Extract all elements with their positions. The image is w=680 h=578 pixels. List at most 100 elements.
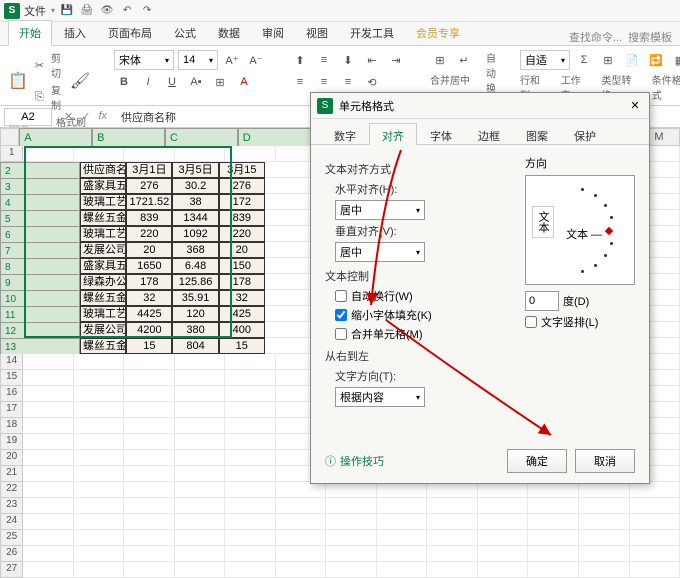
cell[interactable] xyxy=(74,562,125,578)
cell[interactable]: 368 xyxy=(172,242,218,258)
convert-icon[interactable]: 🔁 xyxy=(646,50,666,70)
tab-home[interactable]: 开始 xyxy=(8,20,52,46)
cell[interactable]: 125.86 xyxy=(172,274,218,290)
cell[interactable] xyxy=(225,386,276,402)
cell[interactable]: 178 xyxy=(219,274,265,290)
cell[interactable] xyxy=(74,434,125,450)
cell[interactable] xyxy=(265,258,311,274)
chevron-down-icon[interactable]: ▾ xyxy=(51,6,55,15)
cell[interactable] xyxy=(175,514,226,530)
close-icon[interactable]: ✕ xyxy=(627,98,643,114)
align-top-icon[interactable]: ⬆ xyxy=(290,50,310,70)
row-header[interactable]: 27 xyxy=(0,562,23,578)
cell[interactable]: 178 xyxy=(126,274,172,290)
cell[interactable] xyxy=(630,498,680,514)
cell[interactable] xyxy=(74,514,125,530)
format-painter-icon[interactable]: 🖌 xyxy=(70,71,90,91)
cell[interactable]: 20 xyxy=(219,242,265,258)
cell[interactable] xyxy=(124,146,175,162)
cell[interactable]: 绿森办公 xyxy=(80,274,126,290)
cell[interactable] xyxy=(265,194,311,210)
cell[interactable] xyxy=(74,402,125,418)
formula-value[interactable]: 供应商名称 xyxy=(115,109,182,125)
name-box[interactable]: A2 xyxy=(4,108,52,126)
cell[interactable] xyxy=(23,370,74,386)
cell[interactable]: 425 xyxy=(219,306,265,322)
cell[interactable] xyxy=(377,498,428,514)
search-commands[interactable]: 查找命令... xyxy=(569,29,622,45)
fill-color-icon[interactable]: A▪ xyxy=(186,72,206,92)
cell[interactable]: 804 xyxy=(172,338,218,354)
cell[interactable] xyxy=(276,498,327,514)
cell[interactable]: 3月15 xyxy=(219,162,265,178)
cell[interactable] xyxy=(124,562,175,578)
cell[interactable] xyxy=(377,482,428,498)
cell[interactable]: 839 xyxy=(126,210,172,226)
cell[interactable]: 32 xyxy=(219,290,265,306)
cell[interactable] xyxy=(478,514,529,530)
tab-formula[interactable]: 公式 xyxy=(164,21,206,45)
border-icon[interactable]: ⊞ xyxy=(210,72,230,92)
cell[interactable] xyxy=(175,434,226,450)
wrap-icon[interactable]: ↵ xyxy=(454,50,474,70)
select-all-corner[interactable] xyxy=(0,128,19,146)
row-header[interactable]: 23 xyxy=(0,498,23,514)
tab-dev[interactable]: 开发工具 xyxy=(340,21,404,45)
copy-icon[interactable]: ⎘ xyxy=(32,87,47,107)
cell[interactable] xyxy=(23,514,74,530)
cell[interactable] xyxy=(326,498,377,514)
cell[interactable]: 玻璃工艺 xyxy=(80,226,126,242)
cell[interactable] xyxy=(528,482,579,498)
cell[interactable]: 276 xyxy=(126,178,172,194)
cell[interactable] xyxy=(579,482,630,498)
tab-vip[interactable]: 会员专享 xyxy=(406,21,470,45)
cell[interactable]: 839 xyxy=(219,210,265,226)
cell[interactable] xyxy=(265,274,311,290)
cell[interactable] xyxy=(175,498,226,514)
tab-layout[interactable]: 页面布局 xyxy=(98,21,162,45)
cell[interactable]: 1650 xyxy=(126,258,172,274)
cell[interactable] xyxy=(74,498,125,514)
cell[interactable] xyxy=(225,546,276,562)
merge-checkbox[interactable] xyxy=(335,328,347,340)
cell[interactable] xyxy=(124,402,175,418)
cell[interactable] xyxy=(579,514,630,530)
stack-text-checkbox[interactable] xyxy=(525,316,537,328)
cell[interactable] xyxy=(74,354,125,370)
cell[interactable]: 供应商名称 xyxy=(80,162,126,178)
cancel-button[interactable]: 取消 xyxy=(575,449,635,473)
cell[interactable]: 276 xyxy=(219,178,265,194)
cell[interactable] xyxy=(579,562,630,578)
row-header[interactable]: 21 xyxy=(0,466,23,482)
cell[interactable] xyxy=(225,434,276,450)
cell[interactable]: 1092 xyxy=(172,226,218,242)
align-left-icon[interactable]: ≡ xyxy=(290,72,310,92)
cell[interactable] xyxy=(326,530,377,546)
cell[interactable] xyxy=(377,562,428,578)
redo-icon[interactable]: ↷ xyxy=(139,3,155,19)
v-align-select[interactable]: 居中▾ xyxy=(335,242,425,262)
undo-icon[interactable]: ↶ xyxy=(119,3,135,19)
cell[interactable] xyxy=(23,146,74,162)
cell[interactable] xyxy=(74,450,125,466)
dlg-tab-fill[interactable]: 图案 xyxy=(513,123,561,144)
col-header[interactable]: B xyxy=(92,128,165,148)
cell[interactable] xyxy=(579,498,630,514)
cell[interactable] xyxy=(225,418,276,434)
cell[interactable] xyxy=(23,450,74,466)
align-bot-icon[interactable]: ⬇ xyxy=(338,50,358,70)
row-header[interactable]: 20 xyxy=(0,450,23,466)
cell[interactable]: 1344 xyxy=(172,210,218,226)
dlg-tab-align[interactable]: 对齐 xyxy=(369,123,417,145)
cell[interactable] xyxy=(427,514,478,530)
cell[interactable] xyxy=(175,562,226,578)
cell[interactable] xyxy=(478,530,529,546)
row-header[interactable]: 26 xyxy=(0,546,23,562)
tips-link[interactable]: ⓘ操作技巧 xyxy=(325,453,384,469)
cell[interactable] xyxy=(225,402,276,418)
row-header[interactable]: 16 xyxy=(0,386,23,402)
row-header[interactable]: 15 xyxy=(0,370,23,386)
cell[interactable] xyxy=(478,562,529,578)
bold-icon[interactable]: B xyxy=(114,72,134,92)
cell[interactable] xyxy=(23,562,74,578)
